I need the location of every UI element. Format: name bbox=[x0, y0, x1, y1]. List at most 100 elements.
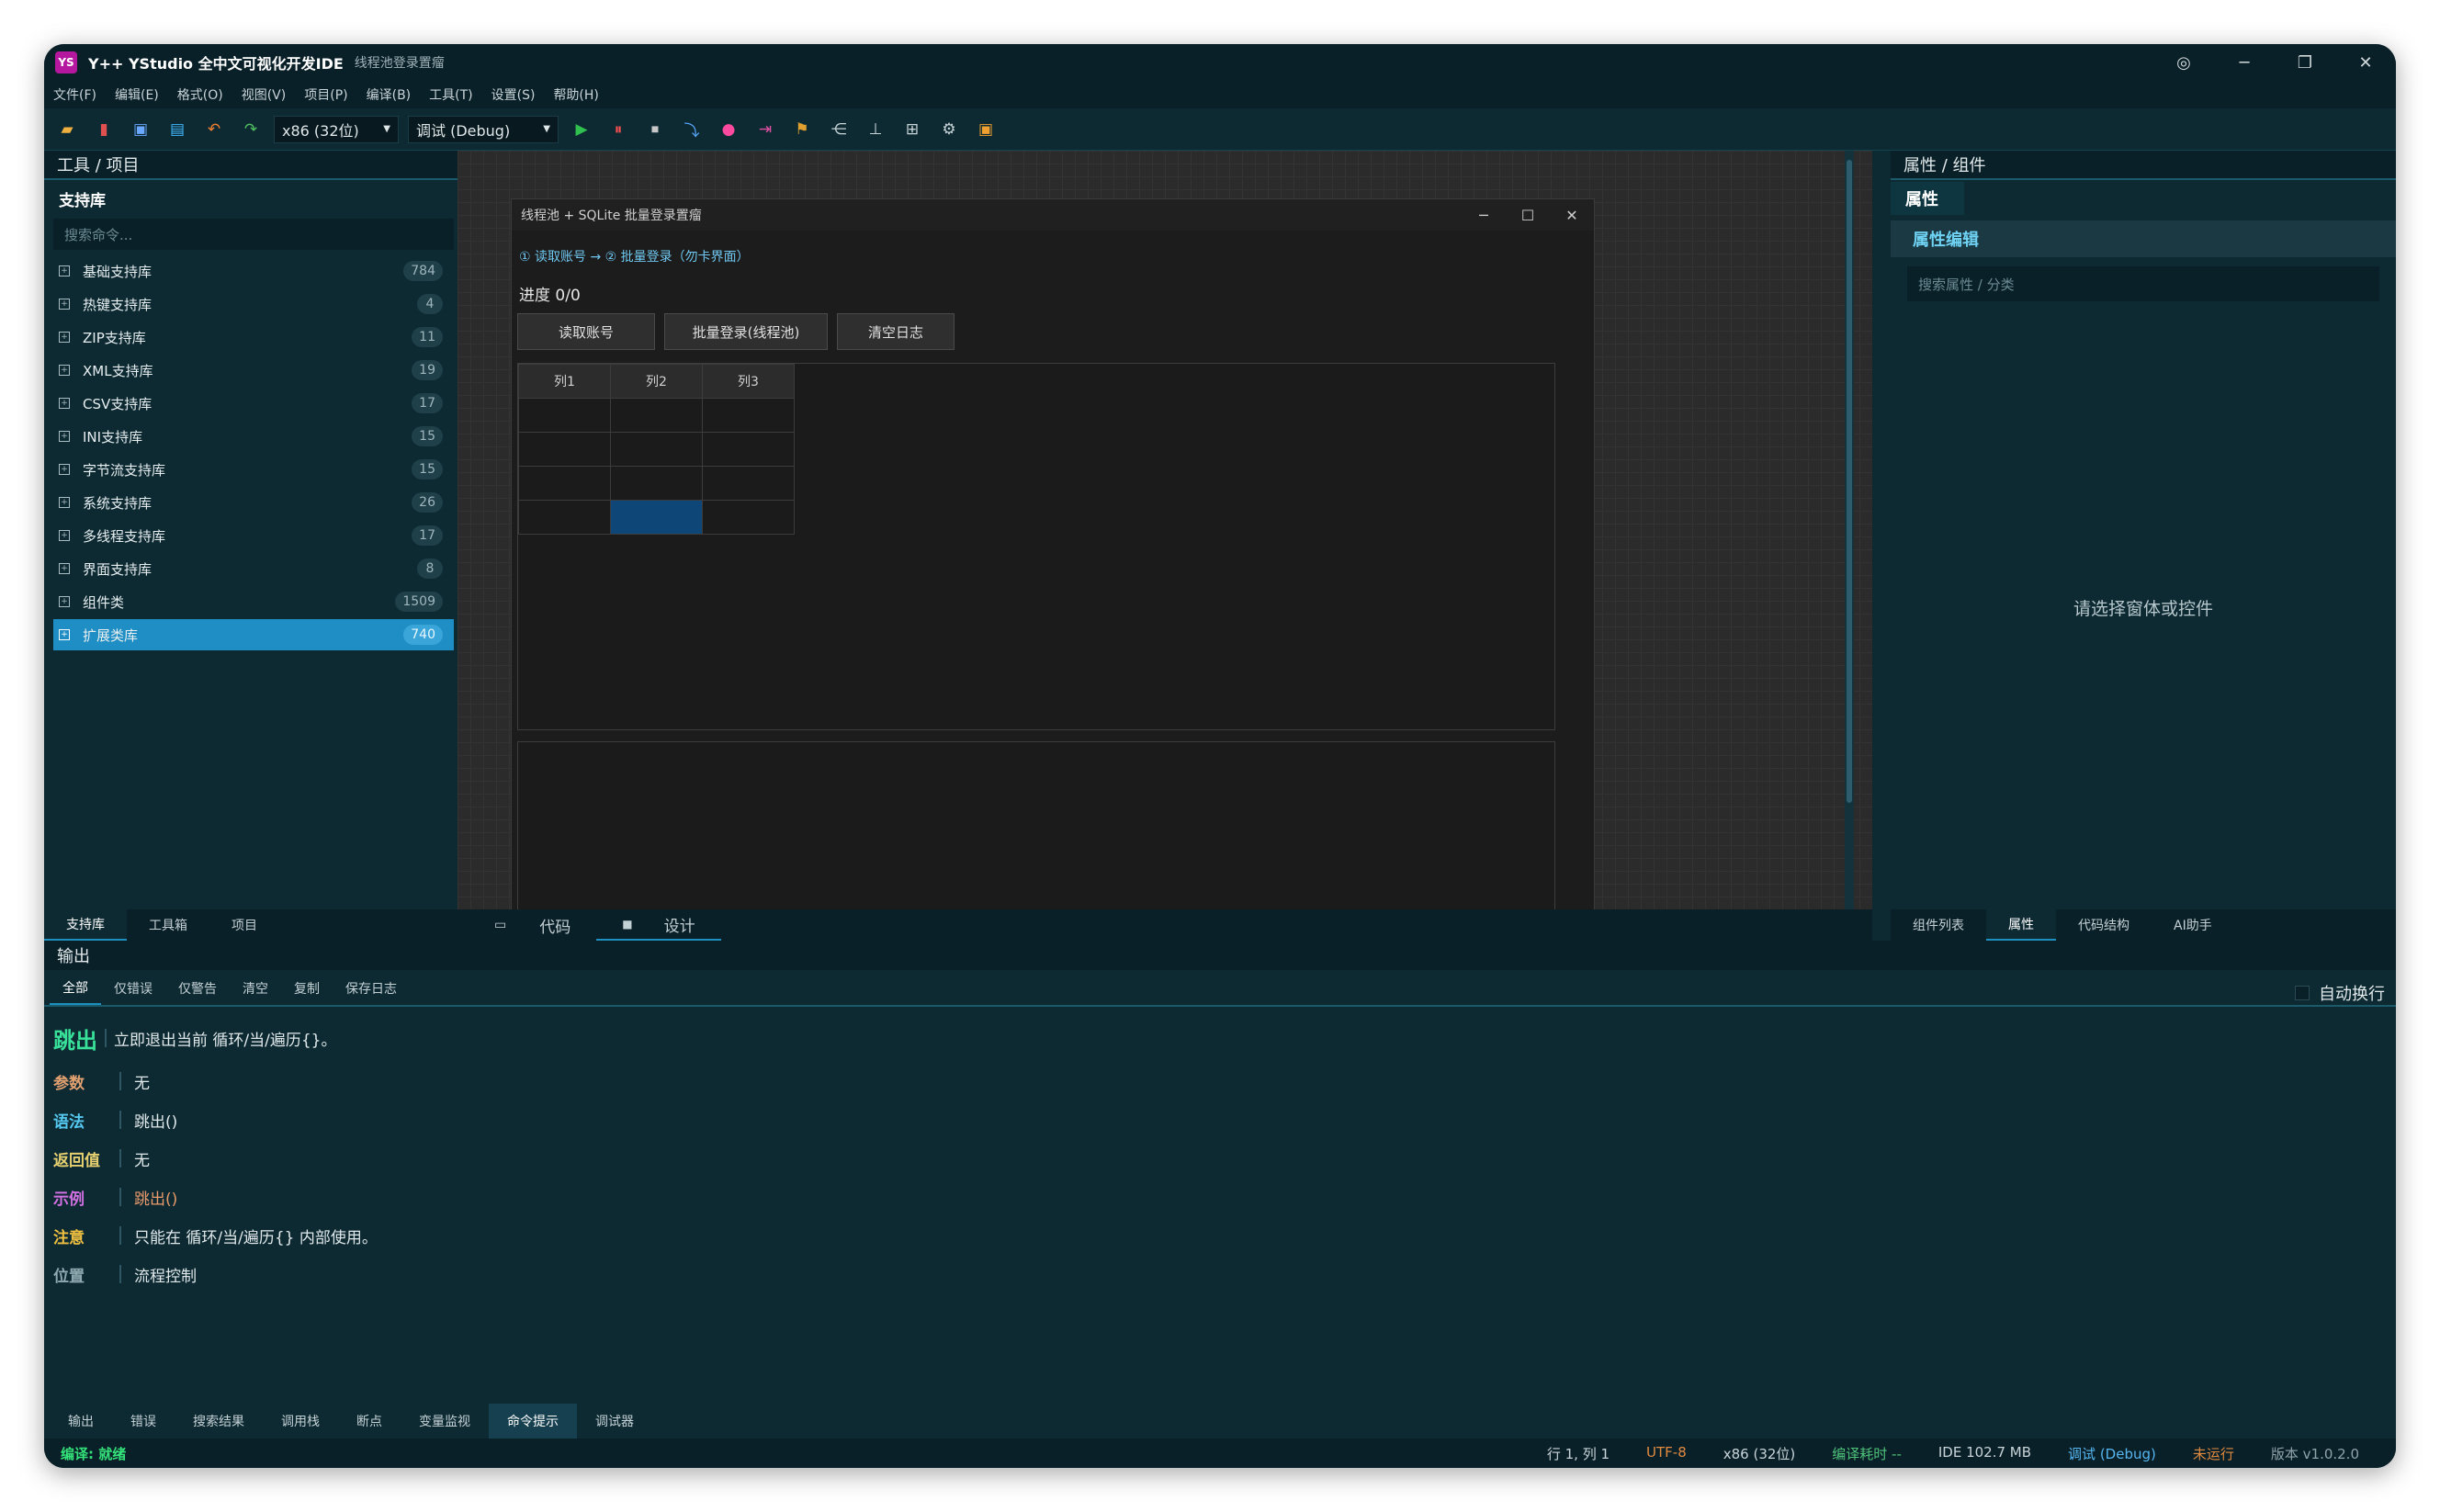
expand-icon[interactable]: + bbox=[59, 596, 70, 607]
expand-icon[interactable]: + bbox=[59, 497, 70, 508]
stop-icon[interactable]: ⏹ bbox=[641, 116, 669, 143]
menu-tools[interactable]: 工具(T) bbox=[429, 85, 472, 104]
library-item[interactable]: + 界面支持库 8 bbox=[53, 553, 454, 584]
library-item[interactable]: + XML支持库 19 bbox=[53, 355, 454, 386]
tab-breakpoints[interactable]: 断点 bbox=[338, 1404, 401, 1439]
save-log-button[interactable]: 保存日志 bbox=[333, 972, 410, 1005]
pause-icon[interactable]: ⏸ bbox=[604, 116, 632, 143]
hierarchy-icon[interactable]: ⊥ bbox=[862, 116, 889, 143]
tab-ai-assistant[interactable]: AI助手 bbox=[2152, 909, 2234, 941]
filter-errors[interactable]: 仅错误 bbox=[101, 972, 165, 1005]
expand-icon[interactable]: + bbox=[59, 299, 70, 310]
redo-icon[interactable]: ↷ bbox=[237, 116, 265, 143]
expand-icon[interactable]: + bbox=[59, 431, 70, 442]
grid-cell-active[interactable] bbox=[610, 500, 703, 535]
command-search-input[interactable]: 搜索命令... bbox=[53, 219, 454, 250]
tab-project[interactable]: 项目 bbox=[209, 909, 279, 941]
column-header[interactable]: 列1 bbox=[518, 364, 611, 399]
save-icon[interactable]: ▣ bbox=[127, 116, 154, 143]
menu-build[interactable]: 编译(B) bbox=[367, 85, 412, 104]
tab-search-results[interactable]: 搜索结果 bbox=[175, 1404, 263, 1439]
form-close-icon[interactable]: ✕ bbox=[1550, 199, 1594, 231]
step-over-icon[interactable]: ⤵ bbox=[678, 116, 706, 143]
tab-code[interactable]: ▭ 代码 bbox=[469, 909, 596, 941]
batch-login-button[interactable]: 批量登录(线程池) bbox=[664, 313, 828, 350]
undo-icon[interactable]: ↶ bbox=[200, 116, 228, 143]
cursor-position[interactable]: 行 1, 列 1 bbox=[1547, 1444, 1610, 1463]
menu-help[interactable]: 帮助(H) bbox=[553, 85, 598, 104]
data-grid[interactable]: 列1 列2 列3 bbox=[517, 363, 1555, 730]
library-item[interactable]: + 热键支持库 4 bbox=[53, 288, 454, 320]
grid-cell[interactable] bbox=[610, 398, 703, 433]
tab-output[interactable]: 输出 bbox=[50, 1404, 112, 1439]
copy-button[interactable]: 复制 bbox=[281, 972, 333, 1005]
tab-call-stack[interactable]: 调用栈 bbox=[263, 1404, 338, 1439]
menu-edit[interactable]: 编辑(E) bbox=[115, 85, 159, 104]
library-item[interactable]: + 组件类 1509 bbox=[53, 586, 454, 617]
step-label[interactable]: ① 读取账号 → ② 批量登录（勿卡界面） bbox=[519, 247, 750, 265]
tab-component-list[interactable]: 组件列表 bbox=[1891, 909, 1986, 941]
tab-design[interactable]: ■ 设计 bbox=[596, 909, 721, 941]
grid-cell[interactable] bbox=[610, 466, 703, 501]
step-into-icon[interactable]: ● bbox=[715, 116, 742, 143]
tab-toolbox[interactable]: 工具箱 bbox=[127, 909, 209, 941]
tab-command-hints[interactable]: 命令提示 bbox=[489, 1404, 577, 1439]
menu-view[interactable]: 视图(V) bbox=[242, 85, 287, 104]
form-minimize-icon[interactable]: ─ bbox=[1462, 199, 1506, 231]
library-item[interactable]: + 系统支持库 26 bbox=[53, 487, 454, 518]
menu-format[interactable]: 格式(O) bbox=[177, 85, 223, 104]
grid-icon[interactable]: ⊞ bbox=[898, 116, 926, 143]
grid-cell[interactable] bbox=[702, 398, 795, 433]
scrollbar-thumb[interactable] bbox=[1847, 160, 1852, 803]
encoding[interactable]: UTF-8 bbox=[1646, 1444, 1687, 1463]
save-all-icon[interactable]: ▤ bbox=[164, 116, 191, 143]
column-header[interactable]: 列3 bbox=[702, 364, 795, 399]
library-item[interactable]: + 基础支持库 784 bbox=[53, 255, 454, 287]
grid-cell[interactable] bbox=[702, 500, 795, 535]
run-icon[interactable]: ▶ bbox=[568, 116, 595, 143]
grid-cell[interactable] bbox=[518, 466, 611, 501]
expand-icon[interactable]: + bbox=[59, 563, 70, 574]
plugin-icon[interactable]: ▣ bbox=[972, 116, 1000, 143]
library-item[interactable]: + INI支持库 15 bbox=[53, 421, 454, 452]
grid-cell[interactable] bbox=[518, 398, 611, 433]
expand-icon[interactable]: + bbox=[59, 398, 70, 409]
tab-support-library[interactable]: 支持库 bbox=[44, 909, 127, 941]
column-header[interactable]: 列2 bbox=[610, 364, 703, 399]
step-out-icon[interactable]: ⇥ bbox=[751, 116, 779, 143]
progress-label[interactable]: 进度 0/0 bbox=[519, 282, 581, 305]
clear-button[interactable]: 清空 bbox=[230, 972, 281, 1005]
log-textbox[interactable] bbox=[517, 741, 1555, 925]
form-maximize-icon[interactable]: ☐ bbox=[1506, 199, 1550, 231]
platform-select[interactable]: x86 (32位) ▼ bbox=[274, 115, 399, 143]
checkbox-icon[interactable] bbox=[2295, 986, 2310, 1000]
filter-warnings[interactable]: 仅警告 bbox=[165, 972, 230, 1005]
tab-properties[interactable]: 属性 bbox=[1986, 909, 2056, 941]
grid-cell[interactable] bbox=[702, 466, 795, 501]
filter-all[interactable]: 全部 bbox=[50, 972, 101, 1005]
expand-icon[interactable]: + bbox=[59, 629, 70, 640]
new-file-icon[interactable]: ▮ bbox=[90, 116, 118, 143]
expand-icon[interactable]: + bbox=[59, 365, 70, 376]
tab-properties-top[interactable]: 属性 bbox=[1891, 182, 1964, 215]
autowrap-toggle[interactable]: 自动换行 bbox=[2295, 981, 2385, 1005]
maximize-button[interactable]: ❐ bbox=[2275, 44, 2335, 81]
minimize-button[interactable]: ─ bbox=[2214, 44, 2275, 81]
settings-icon[interactable]: ⚙ bbox=[935, 116, 963, 143]
expand-icon[interactable]: + bbox=[59, 530, 70, 541]
tab-code-structure[interactable]: 代码结构 bbox=[2056, 909, 2152, 941]
menu-file[interactable]: 文件(F) bbox=[53, 85, 96, 104]
design-form[interactable]: 线程池 + SQLite 批量登录置瘤 ─ ☐ ✕ ① 读取账号 → ② 批量登… bbox=[511, 198, 1595, 933]
grid-cell[interactable] bbox=[518, 432, 611, 467]
close-button[interactable]: ✕ bbox=[2335, 44, 2396, 81]
design-canvas[interactable]: 线程池 + SQLite 批量登录置瘤 ─ ☐ ✕ ① 读取账号 → ② 批量登… bbox=[458, 151, 1872, 933]
library-item[interactable]: + 字节流支持库 15 bbox=[53, 454, 454, 485]
expand-icon[interactable]: + bbox=[59, 265, 70, 276]
expand-icon[interactable]: + bbox=[59, 464, 70, 475]
property-search-input[interactable]: 搜索属性 / 分类 bbox=[1907, 266, 2379, 301]
tab-debugger[interactable]: 调试器 bbox=[577, 1404, 652, 1439]
menu-settings[interactable]: 设置(S) bbox=[491, 85, 536, 104]
config-select[interactable]: 调试 (Debug) ▼ bbox=[408, 115, 559, 143]
library-item[interactable]: + ZIP支持库 11 bbox=[53, 322, 454, 353]
breakpoint-icon[interactable]: ⚑ bbox=[788, 116, 816, 143]
